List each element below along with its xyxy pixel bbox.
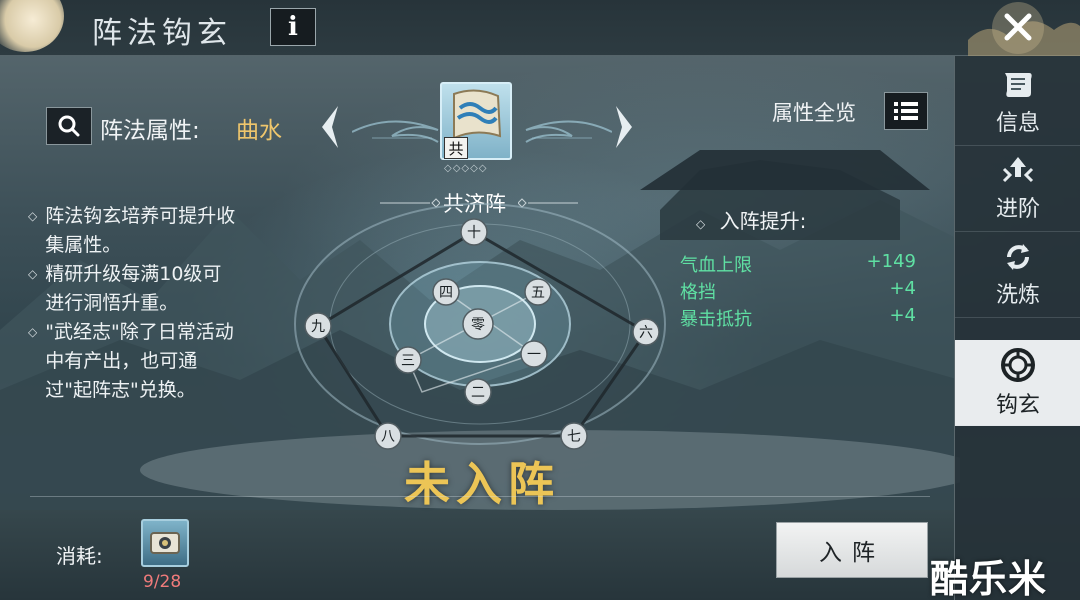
formation-swirl-icon (1001, 347, 1035, 382)
description-panel: ◇ 阵法钩玄培养可提升收集属性。 ◇ 精研升级每满10级可进行洞悟升重。 ◇ "… (28, 202, 238, 405)
circle-node: 零 (471, 317, 485, 333)
circle-node: 九 (311, 319, 325, 335)
next-formation-arrow[interactable] (612, 104, 636, 150)
scroll-item-icon (150, 532, 180, 554)
attribute-overview-label: 属性全览 (772, 101, 856, 125)
cost-label: 消耗: (56, 544, 103, 568)
stat-name: 气血上限 (680, 255, 752, 276)
diamond-bullet-icon: ◇ (28, 267, 38, 281)
sidebar-item-info[interactable]: 信息 (955, 60, 1080, 146)
circle-node: 七 (567, 429, 581, 445)
circle-node: 二 (471, 385, 485, 401)
top-bar: 阵法钩玄 i (0, 0, 1080, 56)
stat-name: 暴击抵抗 (680, 309, 752, 330)
circle-node: 一 (527, 347, 541, 363)
stat-value: +4 (889, 305, 916, 326)
refresh-icon (1007, 243, 1029, 270)
description-item: ◇ "武经志"除了日常活动中有产出，也可通过"起阵志"兑换。 (28, 318, 238, 405)
formation-circle: 十 九 六 八 七 四 五 三 一 二 零 (294, 203, 666, 450)
shared-badge: 共 (444, 137, 468, 159)
cost-item-slot[interactable] (141, 519, 189, 567)
sidebar-item-label: 信息 (995, 110, 1040, 136)
divider (30, 496, 930, 497)
circle-node: 四 (439, 285, 453, 301)
formation-status: 未入阵 (404, 457, 560, 511)
stat-row: 格挡 +4 (680, 278, 916, 304)
formation-attribute-value: 曲水 (236, 118, 282, 144)
close-button[interactable] (986, 0, 1050, 54)
diamond-bullet-icon: ◇ (28, 209, 38, 223)
join-formation-button[interactable]: 入阵 (776, 522, 928, 578)
formation-attribute-label: 阵法属性: (100, 118, 200, 144)
right-sidebar: 信息 进阶 洗炼 钩玄 (954, 56, 1080, 600)
stat-row: 暴击抵抗 +4 (680, 305, 916, 331)
watermark: 酷乐米 (930, 557, 1048, 600)
sidebar-item-advance[interactable]: 进阶 (955, 146, 1080, 232)
diamond-bullet-icon: ◇ (696, 217, 706, 231)
sidebar-item-label: 钩玄 (995, 392, 1040, 418)
list-icon (894, 102, 918, 120)
previous-formation-arrow[interactable] (318, 104, 342, 150)
attribute-overview-button[interactable] (884, 92, 928, 130)
stat-name: 格挡 (680, 282, 716, 303)
stat-row: 气血上限 +149 (680, 251, 916, 277)
circle-node: 五 (531, 285, 545, 301)
diamond-bullet-icon: ◇ (28, 325, 38, 339)
formation-star-rating: ◇◇◇◇◇ (444, 163, 488, 174)
formation-bonus-title: ◇ 入阵提升: (696, 209, 807, 233)
upgrade-arrows-icon (1002, 156, 1034, 182)
circle-node: 十 (467, 225, 481, 241)
stat-value: +4 (889, 278, 916, 299)
page-title: 阵法钩玄 (92, 16, 232, 51)
sidebar-item-label: 进阶 (995, 196, 1040, 222)
stat-value: +149 (866, 251, 916, 272)
description-item: ◇ 阵法钩玄培养可提升收集属性。 (28, 202, 238, 260)
circle-node: 三 (401, 353, 415, 369)
cost-count: 9/28 (143, 572, 182, 592)
circle-node: 六 (639, 325, 653, 341)
circle-node: 八 (381, 429, 395, 445)
sidebar-item-gouxuan[interactable]: 钩玄 (955, 340, 1080, 426)
moon-decoration (0, 0, 64, 52)
sidebar-item-label: 洗炼 (995, 282, 1040, 308)
magnifier-icon (58, 115, 80, 137)
sidebar-item-refine[interactable]: 洗炼 (955, 232, 1080, 318)
close-icon (1004, 13, 1032, 41)
info-button[interactable]: i (270, 8, 316, 46)
scroll-icon (1005, 72, 1032, 97)
search-button[interactable] (46, 107, 92, 145)
description-item: ◇ 精研升级每满10级可进行洞悟升重。 (28, 260, 238, 318)
